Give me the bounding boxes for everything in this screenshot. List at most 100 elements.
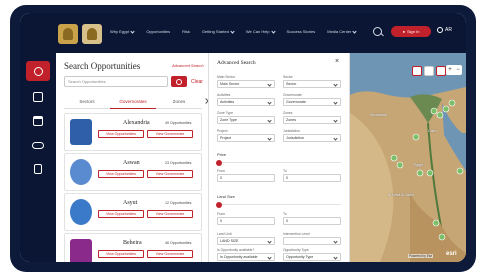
opportunity-count: 49 Opportunities: [165, 121, 192, 125]
zones-select[interactable]: Zones: [283, 116, 341, 124]
map-filter-button[interactable]: [436, 66, 446, 76]
nav-item-risk[interactable]: Risk: [182, 29, 190, 34]
map-view[interactable]: + − Alexandria Cairo Egypt Al Wadi Al Ja…: [350, 53, 466, 262]
map-layer-button[interactable]: [412, 66, 422, 76]
map-label: Al Wadi Al Jadid: [388, 193, 414, 197]
user-icon: ●: [402, 29, 405, 34]
field-label: Opportunity Type: [283, 248, 309, 252]
tab-sectors[interactable]: Sectors: [64, 97, 110, 109]
field-label: Main Sector: [217, 75, 236, 79]
chevron-down-icon: [230, 28, 235, 34]
slider-handle[interactable]: [216, 159, 222, 166]
satellite-map: [350, 53, 466, 262]
from-label: From: [217, 169, 225, 173]
governorate-name: Beheira: [123, 240, 142, 246]
handshake-icon: [32, 141, 44, 149]
logo[interactable]: [58, 23, 106, 45]
map-label: Egypt: [414, 163, 424, 167]
governorate-logo: [70, 199, 92, 225]
slider-handle[interactable]: [216, 201, 222, 208]
rail-search-button[interactable]: [26, 61, 50, 81]
land-from-input[interactable]: 0: [217, 217, 275, 225]
land-unit-select[interactable]: LAND SIZE: [217, 237, 275, 245]
clear-button[interactable]: Clear: [191, 79, 203, 85]
zoom-control[interactable]: + −: [446, 65, 462, 75]
governorate-select[interactable]: Governorate: [283, 98, 341, 106]
view-governorate-button[interactable]: View Governorate: [147, 170, 193, 178]
view-governorate-button[interactable]: View Governorate: [147, 210, 193, 218]
tab-zones[interactable]: Zones: [156, 97, 202, 109]
governorate-logo: [70, 119, 92, 145]
price-from-input[interactable]: 0: [217, 174, 275, 182]
intervention-level-select[interactable]: [283, 237, 341, 245]
rail-institution-button[interactable]: [26, 111, 50, 131]
nav-item-media-center[interactable]: Media Center: [327, 28, 357, 34]
nav-item-getting-started[interactable]: Getting Started: [202, 28, 235, 34]
view-governorate-button[interactable]: View Governorate: [147, 250, 193, 258]
rail-layers-button[interactable]: [26, 87, 50, 107]
sector-select[interactable]: Sector: [283, 80, 341, 88]
nav-item-success-stories[interactable]: Success Stories: [287, 29, 316, 34]
view-opportunities-button[interactable]: View Opportunities: [98, 210, 144, 218]
opportunity-count: 12 Opportunities: [165, 201, 192, 205]
rail-handshake-button[interactable]: [26, 135, 50, 155]
nav-item-opportunities[interactable]: Opportunities: [146, 29, 170, 34]
search-button[interactable]: [171, 76, 187, 87]
activities-select[interactable]: Activities: [217, 98, 275, 106]
institution-icon: [33, 116, 43, 126]
chevron-down-icon: [130, 28, 135, 34]
opportunity-available-select[interactable]: Is Opportunity available: [217, 253, 275, 261]
governorate-logo: [70, 239, 92, 262]
search-icon[interactable]: [373, 27, 382, 36]
field-label: Sector: [283, 75, 293, 79]
advanced-search-panel: Advanced Search × Main Sector Main Secto…: [208, 53, 350, 262]
opportunity-type-select[interactable]: Opportunity Type: [283, 253, 341, 261]
view-governorate-button[interactable]: View Governorate: [147, 130, 193, 138]
rail-document-button[interactable]: [26, 159, 50, 179]
jurisdiction-select[interactable]: Jurisdiction: [283, 134, 341, 142]
price-slider[interactable]: [216, 159, 341, 166]
field-label: Project: [217, 129, 228, 133]
governorate-name: Aswan: [123, 160, 140, 166]
sign-in-button[interactable]: ● Sign In: [391, 26, 431, 37]
opportunity-count: 23 Opportunities: [165, 161, 192, 165]
basemap-button[interactable]: [424, 66, 434, 76]
app-screen: Why Egypt Opportunities Risk Getting Sta…: [20, 13, 466, 262]
land-size-slider[interactable]: [216, 201, 341, 208]
field-label: Zones: [283, 111, 293, 115]
advanced-search-title: Advanced Search: [217, 60, 256, 66]
nav-menu: Why Egypt Opportunities Risk Getting Sta…: [110, 28, 357, 34]
device-frame: Why Egypt Opportunities Risk Getting Sta…: [10, 5, 476, 272]
page-frame: Why Egypt Opportunities Risk Getting Sta…: [0, 0, 489, 277]
zoom-out-button[interactable]: −: [456, 67, 460, 73]
nav-item-why-egypt[interactable]: Why Egypt: [110, 28, 135, 34]
field-label: Intervention Level: [283, 232, 310, 236]
view-opportunities-button[interactable]: View Opportunities: [98, 170, 144, 178]
chevron-down-icon: [352, 28, 357, 34]
view-opportunities-button[interactable]: View Opportunities: [98, 250, 144, 258]
close-icon[interactable]: ×: [335, 58, 339, 65]
zoom-in-button[interactable]: +: [448, 67, 452, 73]
panel-title: Search Opportunities: [64, 61, 141, 71]
governorate-name: Asyut: [123, 200, 138, 206]
nav-item-we-can-help[interactable]: We Can Help: [246, 28, 276, 34]
map-attribution: Powered by Esri: [408, 254, 434, 258]
zone-type-select[interactable]: Zone Type: [217, 116, 275, 124]
search-input[interactable]: Search Opportunities: [64, 76, 168, 87]
advanced-search-link[interactable]: Advanced Search: [172, 63, 204, 68]
view-opportunities-button[interactable]: View Opportunities: [98, 130, 144, 138]
language-toggle[interactable]: AR: [437, 27, 452, 33]
gafi-emblem-icon: [82, 24, 102, 44]
price-to-input[interactable]: 0: [283, 174, 341, 182]
price-label: Price: [217, 152, 227, 157]
main-sector-select[interactable]: Main Sector: [217, 80, 275, 88]
document-icon: [34, 164, 42, 174]
tab-governorates[interactable]: Governorates: [110, 97, 156, 109]
land-to-input[interactable]: 0: [283, 217, 341, 225]
project-select[interactable]: Project: [217, 134, 275, 142]
governorate-card: Alexandria 49 Opportunities View Opportu…: [64, 113, 202, 151]
governorate-card: Aswan 23 Opportunities View Opportunitie…: [64, 153, 202, 191]
governorate-card: Beheira 46 Opportunities View Opportunit…: [64, 233, 202, 262]
from-label: From: [217, 212, 225, 216]
left-rail: [20, 53, 56, 262]
